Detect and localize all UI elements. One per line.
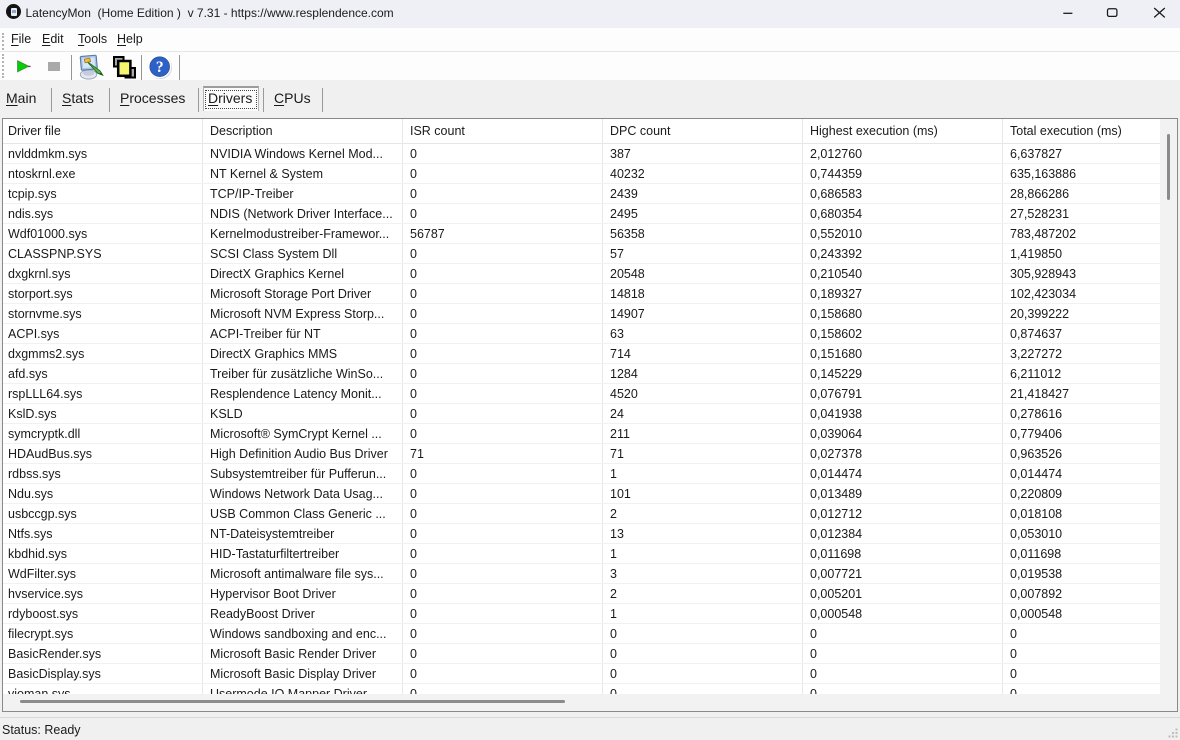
svg-text:?: ? <box>156 59 164 76</box>
